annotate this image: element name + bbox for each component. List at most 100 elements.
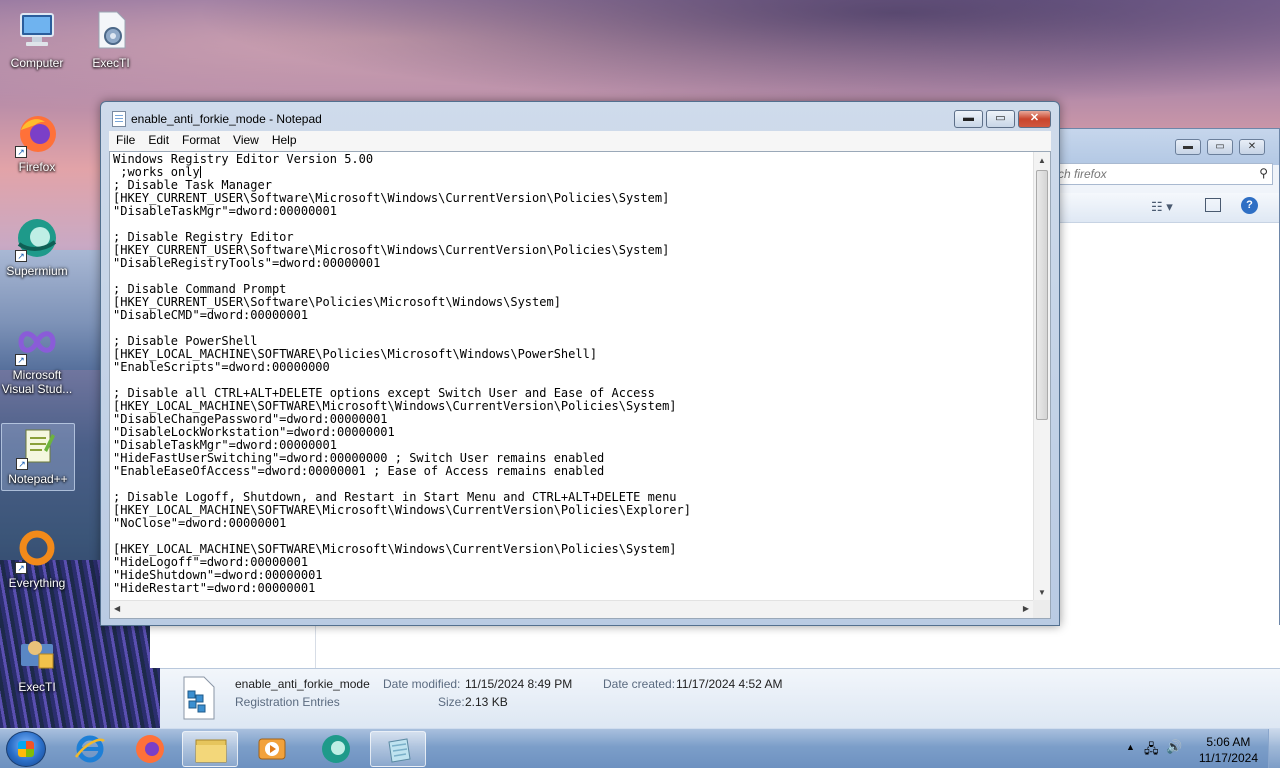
editor-line: "DisableTaskMgr"=dword:00000001 <box>113 204 337 218</box>
editor-line: "HideRestart"=dword:00000001 <box>113 581 316 595</box>
details-date-created: 11/17/2024 4:52 AM <box>676 677 783 691</box>
maximize-button[interactable]: ▭ <box>986 110 1015 128</box>
desktop-icon-execti-shortcut[interactable]: ExecTI <box>0 632 74 694</box>
desktop-icon-everything[interactable]: ↗ Everything <box>0 528 74 590</box>
scrollbar-thumb[interactable] <box>1036 170 1048 420</box>
explorer-navigation-area <box>150 625 1280 668</box>
menu-edit[interactable]: Edit <box>141 131 175 147</box>
firefox-icon: ↗ <box>15 112 59 158</box>
editor-line: Windows Registry Editor Version 5.00 <box>113 153 374 166</box>
clock-date: 11/17/2024 <box>1198 751 1258 765</box>
show-hidden-icons-icon[interactable]: ▲ <box>1126 742 1135 752</box>
explorer-file-list[interactable] <box>1041 223 1279 668</box>
menu-format[interactable]: Format <box>175 131 226 147</box>
text-editor[interactable]: Windows Registry Editor Version 5.00 ;wo… <box>109 151 1051 619</box>
explorer-details-pane: enable_anti_forkie_mode Registration Ent… <box>160 668 1280 728</box>
desktop-icon-visual-studio[interactable]: ↗ Microsoft Visual Stud... <box>0 320 74 396</box>
editor-line: "EnableScripts"=dword:00000000 <box>113 360 330 374</box>
exec-ti-shortcut-icon <box>15 632 59 676</box>
visual-studio-icon: ↗ <box>15 320 59 366</box>
taskbar-supermium[interactable] <box>308 731 364 767</box>
clock-time: 5:06 AM <box>1206 735 1251 749</box>
taskbar-notepad[interactable] <box>370 731 426 767</box>
explorer-close-button[interactable]: ✕ <box>1239 139 1265 155</box>
size-grip <box>1033 600 1050 618</box>
system-tray: ▲ 🖧 🔊 5:06 AM 11/17/2024 <box>1120 729 1280 768</box>
close-button[interactable]: ✕ <box>1018 110 1051 128</box>
editor-line: "NoClose"=dword:00000001 <box>113 516 287 530</box>
everything-search-icon: ↗ <box>15 528 59 574</box>
desktop-icon-computer[interactable]: Computer <box>0 8 74 70</box>
taskbar-internet-explorer[interactable] <box>62 731 118 767</box>
desktop-icon-label: Computer <box>10 56 64 70</box>
help-icon[interactable]: ? <box>1241 197 1258 214</box>
explorer-minimize-button[interactable]: ▬ <box>1175 139 1201 155</box>
explorer-search-input[interactable]: rch firefox ⚲ <box>1051 163 1273 185</box>
network-icon[interactable]: 🖧 <box>1144 740 1159 762</box>
editor-line: "EnableEaseOfAccess"=dword:00000001 ; Ea… <box>113 464 605 478</box>
supermium-icon <box>322 735 350 763</box>
search-placeholder: rch firefox <box>1054 167 1107 181</box>
editor-line: "DisableCMD"=dword:00000001 <box>113 308 309 322</box>
shortcut-arrow-icon: ↗ <box>16 458 28 470</box>
desktop-icon-notepad-plus-plus[interactable]: ↗ Notepad++ <box>1 423 75 491</box>
notepad-window[interactable]: enable_anti_forkie_mode - Notepad ▬ ▭ ✕ … <box>100 101 1060 626</box>
scroll-left-icon[interactable]: ◀ <box>114 604 120 613</box>
shortcut-arrow-icon: ↗ <box>15 562 27 574</box>
notepad-icon <box>112 111 126 127</box>
details-size: 2.13 KB <box>465 695 508 709</box>
view-options-icon[interactable]: ☷ ▾ <box>1151 199 1173 215</box>
horizontal-scrollbar[interactable]: ◀ ▶ <box>110 600 1035 618</box>
search-icon[interactable]: ⚲ <box>1259 166 1268 180</box>
scroll-down-icon[interactable]: ▼ <box>1038 588 1046 597</box>
taskbar-media-player[interactable] <box>244 731 300 767</box>
media-player-icon <box>258 738 286 760</box>
details-size-label: Size: <box>438 695 465 709</box>
details-date-created-label: Date created: <box>603 677 676 691</box>
details-date-modified: 11/15/2024 8:49 PM <box>465 677 573 691</box>
text-caret <box>199 166 201 178</box>
notepad-plus-plus-icon: ↗ <box>16 424 60 470</box>
taskbar-file-explorer[interactable] <box>182 731 238 767</box>
scroll-up-icon[interactable]: ▲ <box>1038 156 1046 165</box>
desktop-icon-label: ExecTI <box>18 680 56 694</box>
desktop-icon-label: ExecTI <box>92 56 130 70</box>
menu-help[interactable]: Help <box>265 131 303 147</box>
taskbar-firefox[interactable] <box>122 731 178 767</box>
shortcut-arrow-icon: ↗ <box>15 354 27 366</box>
minimize-button[interactable]: ▬ <box>954 110 983 128</box>
desktop-icon-execti-file[interactable]: ExecTI <box>74 8 148 70</box>
start-button[interactable] <box>6 731 46 767</box>
internet-explorer-icon <box>74 735 105 763</box>
desktop-icon-supermium[interactable]: ↗ Supermium <box>0 216 74 278</box>
desktop-icon-label: Notepad++ <box>8 472 68 486</box>
notepad-title: enable_anti_forkie_mode - Notepad <box>131 112 322 126</box>
supermium-icon: ↗ <box>15 216 59 262</box>
preview-pane-icon[interactable] <box>1205 198 1221 212</box>
computer-icon <box>15 8 59 52</box>
menu-bar: File Edit Format View Help <box>109 131 1051 151</box>
notepad-icon <box>388 738 411 763</box>
vertical-scrollbar[interactable]: ▲ ▼ <box>1033 152 1050 600</box>
shortcut-arrow-icon: ↗ <box>15 250 27 262</box>
details-file-type: Registration Entries <box>235 695 340 709</box>
explorer-toolbar: ☷ ▾ ? <box>1041 193 1279 223</box>
taskbar: ▲ 🖧 🔊 5:06 AM 11/17/2024 <box>0 728 1280 768</box>
volume-icon[interactable]: 🔊 <box>1166 739 1182 755</box>
editor-text[interactable]: Windows Registry Editor Version 5.00 ;wo… <box>113 153 1031 600</box>
desktop-icon-label: Supermium <box>6 264 68 278</box>
exec-ti-file-icon <box>89 8 133 52</box>
desktop-icon-firefox[interactable]: ↗ Firefox <box>0 112 74 174</box>
desktop-icon-label: Microsoft Visual Stud... <box>1 368 73 396</box>
scroll-right-icon[interactable]: ▶ <box>1023 604 1029 613</box>
file-explorer-icon <box>195 739 227 763</box>
firefox-icon <box>136 735 164 763</box>
details-file-name: enable_anti_forkie_mode <box>235 677 370 691</box>
menu-view[interactable]: View <box>226 131 265 147</box>
registry-file-icon <box>176 675 220 721</box>
editor-line: "DisableRegistryTools"=dword:00000001 <box>113 256 381 270</box>
show-desktop-button[interactable] <box>1268 729 1280 768</box>
menu-file[interactable]: File <box>109 131 141 147</box>
clock[interactable]: 5:06 AM 11/17/2024 <box>1199 734 1258 766</box>
explorer-maximize-button[interactable]: ▭ <box>1207 139 1233 155</box>
